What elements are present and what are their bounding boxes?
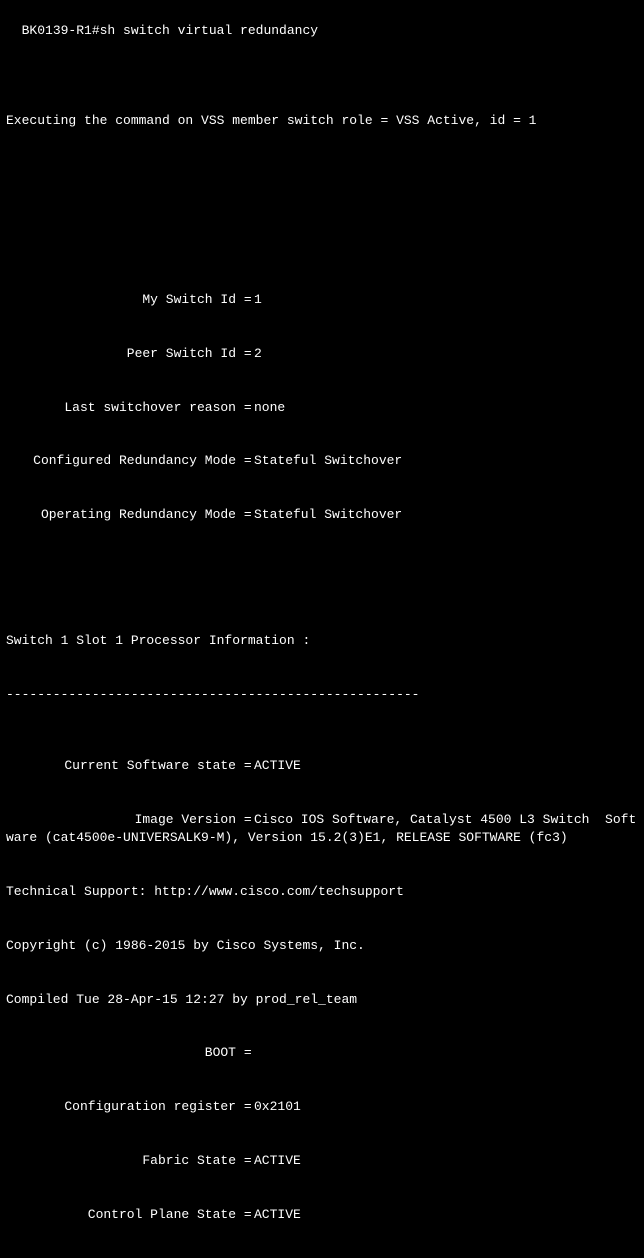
sw1-tech-support: Technical Support: http://www.cisco.com/… <box>6 883 638 901</box>
label: My Switch Id <box>6 291 236 309</box>
label: Last switchover reason <box>6 399 236 417</box>
label: Configuration register <box>6 1098 236 1116</box>
label: BOOT <box>6 1044 236 1062</box>
sw1-compiled: Compiled Tue 28-Apr-15 12:27 by prod_rel… <box>6 991 638 1009</box>
blank-line <box>6 58 638 76</box>
blank-line <box>6 578 638 596</box>
terminal-output: BK0139-R1#sh switch virtual redundancy E… <box>6 4 638 1258</box>
kv-peer-switch-id: Peer Switch Id = 2 <box>6 345 638 363</box>
label: Fabric State <box>6 1152 236 1170</box>
kv-sw1-boot: BOOT = <box>6 1044 638 1062</box>
value: none <box>254 399 285 417</box>
value: ACTIVE <box>254 1152 301 1170</box>
value: Stateful Switchover <box>254 506 402 524</box>
label: Configured Redundancy Mode <box>6 452 236 470</box>
value: 0x2101 <box>254 1098 301 1116</box>
shell-prompt: BK0139-R1# <box>22 23 100 38</box>
kv-sw1-control-plane-state: Control Plane State = ACTIVE <box>6 1206 638 1224</box>
kv-sw1-fabric-state: Fabric State = ACTIVE <box>6 1152 638 1170</box>
kv-sw1-current-sw-state: Current Software state = ACTIVE <box>6 757 638 775</box>
label: Current Software state <box>6 757 236 775</box>
value: 1 <box>254 291 262 309</box>
switch1-heading: Switch 1 Slot 1 Processor Information : <box>6 632 638 650</box>
label: Operating Redundancy Mode <box>6 506 236 524</box>
value: ACTIVE <box>254 1206 301 1224</box>
value: ACTIVE <box>254 757 301 775</box>
separator: ----------------------------------------… <box>6 686 638 704</box>
value: Stateful Switchover <box>254 452 402 470</box>
kv-last-switchover-reason: Last switchover reason = none <box>6 399 638 417</box>
blank-line <box>6 165 638 183</box>
sw1-copyright: Copyright (c) 1986-2015 by Cisco Systems… <box>6 937 638 955</box>
kv-operating-redundancy-mode: Operating Redundancy Mode = Stateful Swi… <box>6 506 638 524</box>
blank-line <box>6 219 638 237</box>
kv-my-switch-id: My Switch Id = 1 <box>6 291 638 309</box>
exec-active-line: Executing the command on VSS member swit… <box>6 112 638 130</box>
label: Image Version <box>6 811 236 829</box>
kv-configured-redundancy-mode: Configured Redundancy Mode = Stateful Sw… <box>6 452 638 470</box>
value: 2 <box>254 345 262 363</box>
shell-command[interactable]: sh switch virtual redundancy <box>100 23 318 38</box>
label: Peer Switch Id <box>6 345 236 363</box>
kv-sw1-config-register: Configuration register = 0x2101 <box>6 1098 638 1116</box>
kv-sw1-image-version: Image Version = Cisco IOS Software, Cata… <box>6 811 638 847</box>
label: Control Plane State <box>6 1206 236 1224</box>
